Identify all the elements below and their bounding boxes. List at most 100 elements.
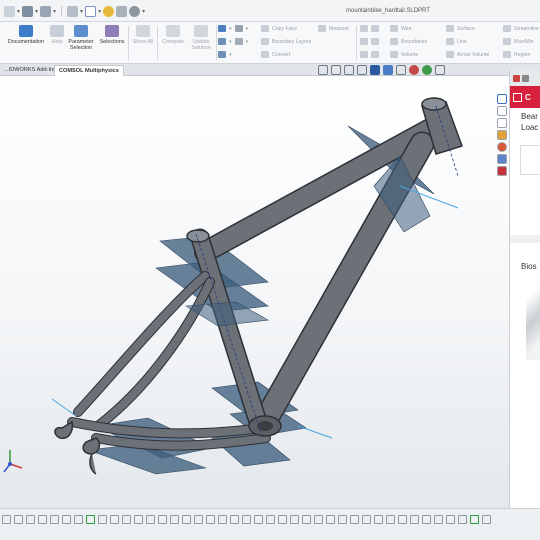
chevron-down-icon[interactable]: ▾ bbox=[229, 39, 232, 45]
new-file-icon[interactable] bbox=[4, 5, 15, 17]
mesh-icon[interactable] bbox=[218, 51, 226, 58]
view-orientation-icon[interactable] bbox=[370, 65, 380, 75]
resources-icon[interactable] bbox=[496, 94, 507, 104]
sketch-icon[interactable] bbox=[182, 515, 191, 524]
app-thumbnail[interactable] bbox=[520, 145, 540, 175]
forward-icon[interactable] bbox=[522, 74, 529, 82]
selections-button[interactable]: Selections bbox=[97, 25, 127, 45]
save-icon[interactable] bbox=[22, 5, 34, 17]
chevron-down-icon[interactable]: ▾ bbox=[80, 8, 83, 15]
back-icon[interactable] bbox=[513, 74, 520, 82]
previous-view-icon[interactable] bbox=[344, 65, 354, 75]
view-palette-icon[interactable] bbox=[496, 130, 507, 140]
view-settings-icon[interactable] bbox=[435, 65, 445, 75]
app-thumbnail[interactable] bbox=[526, 280, 540, 360]
volume-button[interactable]: Volume bbox=[390, 51, 418, 58]
display-style-icon[interactable] bbox=[383, 65, 393, 75]
edit-appearance-icon[interactable] bbox=[409, 65, 419, 75]
max-min-button[interactable]: Max/Min bbox=[503, 38, 534, 45]
rebuild-icon[interactable] bbox=[103, 5, 115, 17]
mesh-icon[interactable] bbox=[218, 38, 226, 45]
sketch-icon[interactable] bbox=[38, 515, 47, 524]
sketch-icon[interactable] bbox=[398, 515, 407, 524]
line-button[interactable]: Line bbox=[446, 38, 467, 45]
chevron-down-icon[interactable]: ▾ bbox=[229, 26, 232, 32]
grid-icon[interactable] bbox=[234, 25, 243, 32]
arrow-volume-button[interactable]: Arrow Volume bbox=[446, 51, 489, 58]
arrow-icon[interactable] bbox=[360, 38, 368, 45]
graphics-area[interactable] bbox=[0, 76, 510, 508]
zoom-to-area-icon[interactable] bbox=[331, 65, 341, 75]
sketch-icon[interactable] bbox=[266, 515, 275, 524]
sketch-icon[interactable] bbox=[158, 515, 167, 524]
sketch-icon[interactable] bbox=[338, 515, 347, 524]
sketch-icon[interactable] bbox=[422, 515, 431, 524]
zoom-to-fit-icon[interactable] bbox=[318, 65, 328, 75]
sketch-icon[interactable] bbox=[242, 515, 251, 524]
sketch-icon[interactable] bbox=[350, 515, 359, 524]
sketch-icon[interactable] bbox=[326, 515, 335, 524]
sketch-icon[interactable] bbox=[194, 515, 203, 524]
seat-stay[interactable] bbox=[94, 278, 214, 430]
comsol-pane-icon[interactable] bbox=[496, 166, 507, 176]
hide-show-items-icon[interactable] bbox=[396, 65, 406, 75]
update-solution-button[interactable]: Update Solution bbox=[187, 25, 215, 51]
documentation-button[interactable]: Documentation bbox=[4, 25, 48, 45]
chevron-down-icon[interactable]: ▾ bbox=[246, 39, 249, 45]
sketch-icon[interactable] bbox=[482, 515, 491, 524]
sketch-icon[interactable] bbox=[446, 515, 455, 524]
sketch-icon[interactable] bbox=[410, 515, 419, 524]
wire-button[interactable]: Wire bbox=[390, 25, 412, 32]
sketch-icon[interactable] bbox=[206, 515, 215, 524]
show-all-button[interactable]: Show All bbox=[130, 25, 156, 45]
sketch-icon[interactable] bbox=[74, 515, 83, 524]
custom-properties-icon[interactable] bbox=[496, 154, 507, 164]
gear-icon[interactable] bbox=[129, 5, 141, 17]
sketch-icon[interactable] bbox=[230, 515, 239, 524]
sketch-icon[interactable] bbox=[170, 515, 179, 524]
chevron-down-icon[interactable]: ▾ bbox=[17, 8, 20, 15]
chevron-down-icon[interactable]: ▾ bbox=[35, 8, 38, 15]
chevron-down-icon[interactable]: ▾ bbox=[98, 8, 101, 15]
arrow-icon[interactable] bbox=[371, 51, 379, 58]
sketch-icon[interactable] bbox=[254, 515, 263, 524]
region-button[interactable]: Region bbox=[503, 51, 530, 58]
chevron-down-icon[interactable]: ▾ bbox=[142, 8, 145, 15]
grid-icon[interactable] bbox=[234, 38, 243, 45]
sketch-icon[interactable] bbox=[470, 515, 479, 524]
print-icon[interactable] bbox=[40, 5, 52, 17]
sketch-icon[interactable] bbox=[62, 515, 71, 524]
help-button[interactable]: Help bbox=[48, 25, 66, 45]
sketch-icon[interactable] bbox=[50, 515, 59, 524]
bike-frame-model[interactable] bbox=[0, 76, 510, 508]
chevron-down-icon[interactable]: ▾ bbox=[229, 52, 232, 58]
measure-button[interactable]: Measure bbox=[318, 25, 349, 32]
app-heading[interactable]: Bear Loac bbox=[510, 108, 540, 133]
tab-comsol-multiphysics[interactable]: COMSOL Multiphysics bbox=[54, 65, 124, 76]
undo-icon[interactable] bbox=[67, 5, 79, 17]
appearances-icon[interactable] bbox=[496, 142, 507, 152]
sketch-icon[interactable] bbox=[2, 515, 11, 524]
sketch-icon[interactable] bbox=[290, 515, 299, 524]
sketch-icon[interactable] bbox=[362, 515, 371, 524]
sketch-icon[interactable] bbox=[314, 515, 323, 524]
arrow-icon[interactable] bbox=[371, 25, 379, 32]
compute-button[interactable]: Compute bbox=[159, 25, 187, 45]
tab-solidworks-add-ins[interactable]: ...IDWORKS Add-Ins bbox=[0, 65, 60, 76]
sketch-icon[interactable] bbox=[302, 515, 311, 524]
sketch-icon[interactable] bbox=[218, 515, 227, 524]
app-heading[interactable]: Bios bbox=[510, 243, 540, 272]
convert-button[interactable]: Convert bbox=[261, 51, 290, 58]
sketch-icon[interactable] bbox=[14, 515, 23, 524]
sketch-icon[interactable] bbox=[386, 515, 395, 524]
sketch-icon[interactable] bbox=[146, 515, 155, 524]
chevron-down-icon[interactable]: ▾ bbox=[53, 8, 56, 15]
boundary-layers-button[interactable]: Boundary Layers bbox=[261, 38, 311, 45]
select-icon[interactable] bbox=[85, 5, 97, 17]
surface-button[interactable]: Surface bbox=[446, 25, 475, 32]
arrow-icon[interactable] bbox=[360, 25, 368, 32]
mesh-icon[interactable] bbox=[218, 25, 226, 32]
sketch-icon[interactable] bbox=[134, 515, 143, 524]
sketch-icon[interactable] bbox=[86, 515, 95, 524]
sketch-icon[interactable] bbox=[26, 515, 35, 524]
